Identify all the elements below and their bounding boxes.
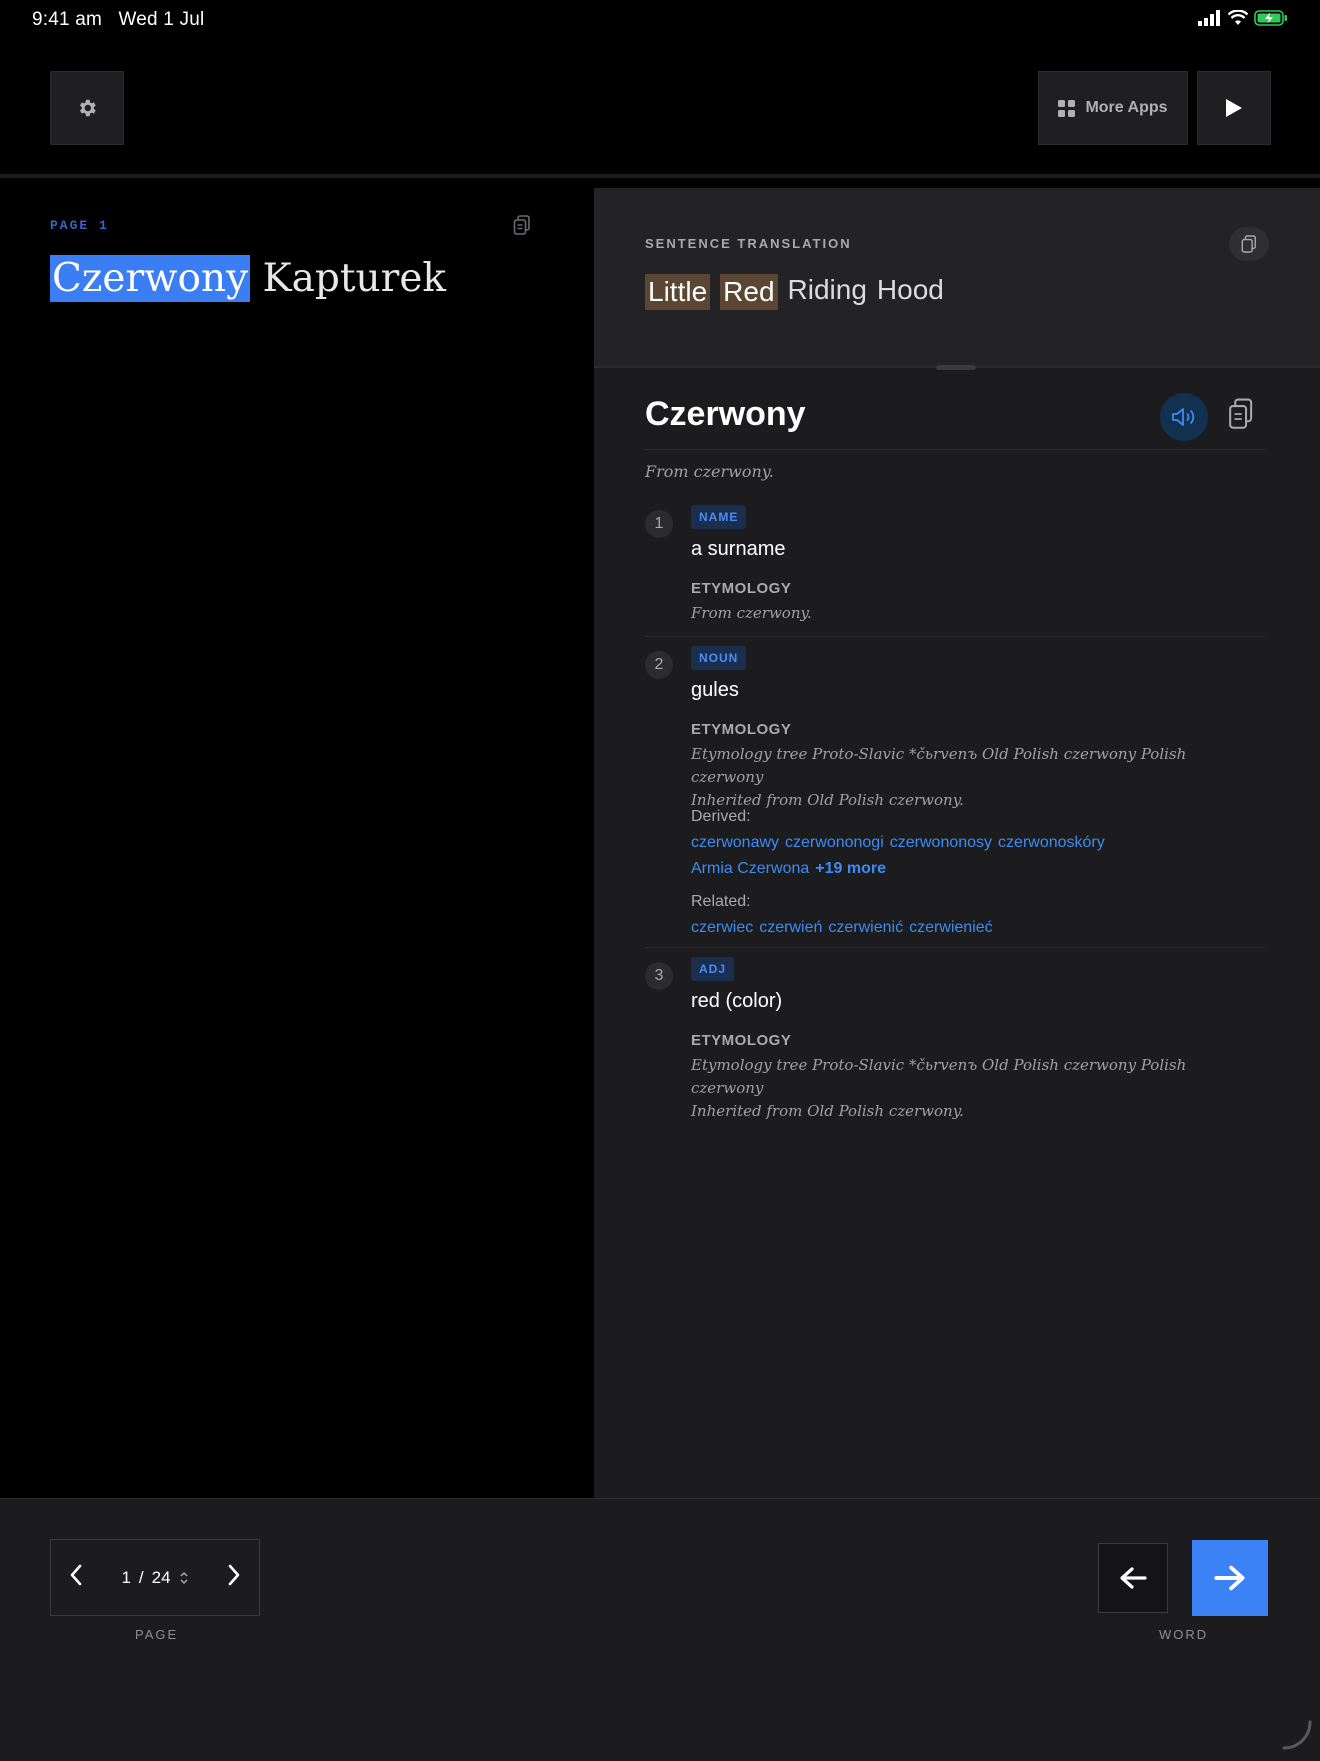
settings-button[interactable] [50, 71, 124, 145]
wifi-icon [1228, 10, 1248, 25]
sense-gloss: gules [691, 679, 739, 701]
source-word-selected[interactable]: Czerwony [50, 255, 251, 302]
status-date: Wed 1 Jul [118, 9, 205, 30]
home-indicator-corner-icon [1282, 1720, 1312, 1750]
etymology-text: Etymology tree Proto-Slavic *čьrvenъ Old… [691, 1054, 1251, 1123]
derived-more-link[interactable]: +19 more [815, 860, 886, 877]
copy-icon [513, 215, 530, 235]
bottom-bar [0, 1498, 1320, 1761]
next-page-button[interactable] [227, 1564, 241, 1591]
signal-icon [1198, 10, 1220, 26]
derived-link[interactable]: Armia Czerwona [691, 860, 809, 877]
pager-label: PAGE [135, 1627, 179, 1642]
sense-number: 2 [645, 651, 673, 679]
play-icon [1226, 99, 1242, 117]
pos-badge: NOUN [691, 646, 747, 670]
chevron-updown-icon [180, 1571, 188, 1584]
page-selector[interactable]: 1 / 24 [121, 1568, 188, 1588]
headword: Czerwony [645, 395, 806, 433]
pos-badge: ADJ [691, 957, 735, 981]
current-page: 1 [121, 1567, 131, 1587]
related-link[interactable]: czerwienić [828, 919, 903, 936]
word-nav-label: WORD [1159, 1627, 1209, 1642]
copy-translation-button[interactable] [1229, 227, 1269, 261]
copy-page-button[interactable] [513, 215, 531, 240]
resize-handle[interactable] [936, 365, 976, 370]
sense-number: 3 [645, 962, 673, 990]
etymology-line: Inherited from Old Polish czerwony. [691, 791, 964, 809]
derived-label: Derived: [691, 808, 751, 825]
sense-number: 1 [645, 510, 673, 538]
related-link[interactable]: czerwiec [691, 919, 753, 936]
related-label: Related: [691, 893, 751, 910]
more-apps-button[interactable]: More Apps [1038, 71, 1188, 145]
translation-label: SENTENCE TRANSLATION [645, 236, 852, 251]
page-label: PAGE 1 [50, 218, 109, 233]
copy-word-button[interactable] [1228, 398, 1254, 435]
sense-divider [645, 947, 1265, 948]
derived-links: Armia Czerwona +19 more [691, 860, 892, 878]
etymology-line: From czerwony. [691, 604, 812, 622]
derived-link[interactable]: czerwononogi [785, 834, 884, 851]
status-clock: 9:41 am [32, 9, 103, 30]
etymology-label: ETYMOLOGY [691, 580, 792, 597]
related-link[interactable]: czerwień [759, 919, 822, 936]
derived-link[interactable]: czerwonoskóry [998, 834, 1105, 851]
translation-word: Hood [876, 274, 944, 305]
translation-word-highlighted: Little [645, 274, 711, 310]
translation-word-highlighted: Red [720, 274, 778, 310]
battery-charging-icon [1254, 10, 1287, 26]
page-separator: / [138, 1567, 144, 1587]
status-time: 9:41 am Wed 1 Jul [32, 9, 204, 31]
etymology-text: Etymology tree Proto-Slavic *čьrvenъ Old… [691, 743, 1251, 812]
derived-links: czerwonawy czerwononogi czerwononosy czerwo… [691, 834, 1111, 852]
source-word[interactable]: Kapturek [263, 256, 447, 301]
related-link[interactable]: czerwienieć [909, 919, 993, 936]
word-origin: From czerwony. [645, 462, 774, 481]
arrow-right-icon [1214, 1565, 1245, 1591]
pronounce-button[interactable] [1160, 393, 1208, 441]
prev-page-button[interactable] [69, 1564, 83, 1591]
chevron-right-icon [228, 1564, 240, 1586]
sense-divider [645, 636, 1265, 637]
derived-link[interactable]: czerwonawy [691, 834, 779, 851]
header-divider [0, 174, 1320, 178]
chevron-left-icon [70, 1564, 82, 1586]
etymology-label: ETYMOLOGY [691, 721, 792, 738]
etymology-line: Inherited from Old Polish czerwony. [691, 1102, 964, 1120]
arrow-left-icon [1120, 1567, 1147, 1589]
more-apps-label: More Apps [1085, 99, 1168, 116]
source-sentence: Czerwony Kapturek [50, 255, 447, 302]
etymology-label: ETYMOLOGY [691, 1032, 792, 1049]
copy-icon [1241, 235, 1256, 253]
related-links: czerwiec czerwień czerwienić czerwienieć [691, 919, 999, 937]
headword-divider [645, 449, 1265, 450]
translation-sentence: Little Red Riding Hood [645, 274, 944, 310]
etymology-text: From czerwony. [691, 602, 1251, 625]
derived-link[interactable]: czerwononosy [890, 834, 992, 851]
next-word-button[interactable] [1192, 1540, 1268, 1616]
translation-word: Riding [787, 274, 867, 305]
sense-gloss: a surname [691, 538, 786, 560]
gear-icon [79, 99, 96, 117]
etymology-line: Etymology tree Proto-Slavic *čьrvenъ Old… [691, 745, 1187, 786]
grid-icon [1058, 99, 1076, 117]
speaker-icon [1172, 408, 1195, 426]
total-pages: 24 [151, 1567, 171, 1587]
etymology-line: Etymology tree Proto-Slavic *čьrvenъ Old… [691, 1056, 1187, 1097]
prev-word-button[interactable] [1098, 1543, 1168, 1613]
pos-badge: NAME [691, 505, 747, 529]
copy-icon [1229, 398, 1253, 429]
sense-gloss: red (color) [691, 990, 783, 1012]
play-button[interactable] [1197, 71, 1271, 145]
status-icons [1198, 10, 1288, 26]
page-pager: 1 / 24 [50, 1539, 260, 1616]
